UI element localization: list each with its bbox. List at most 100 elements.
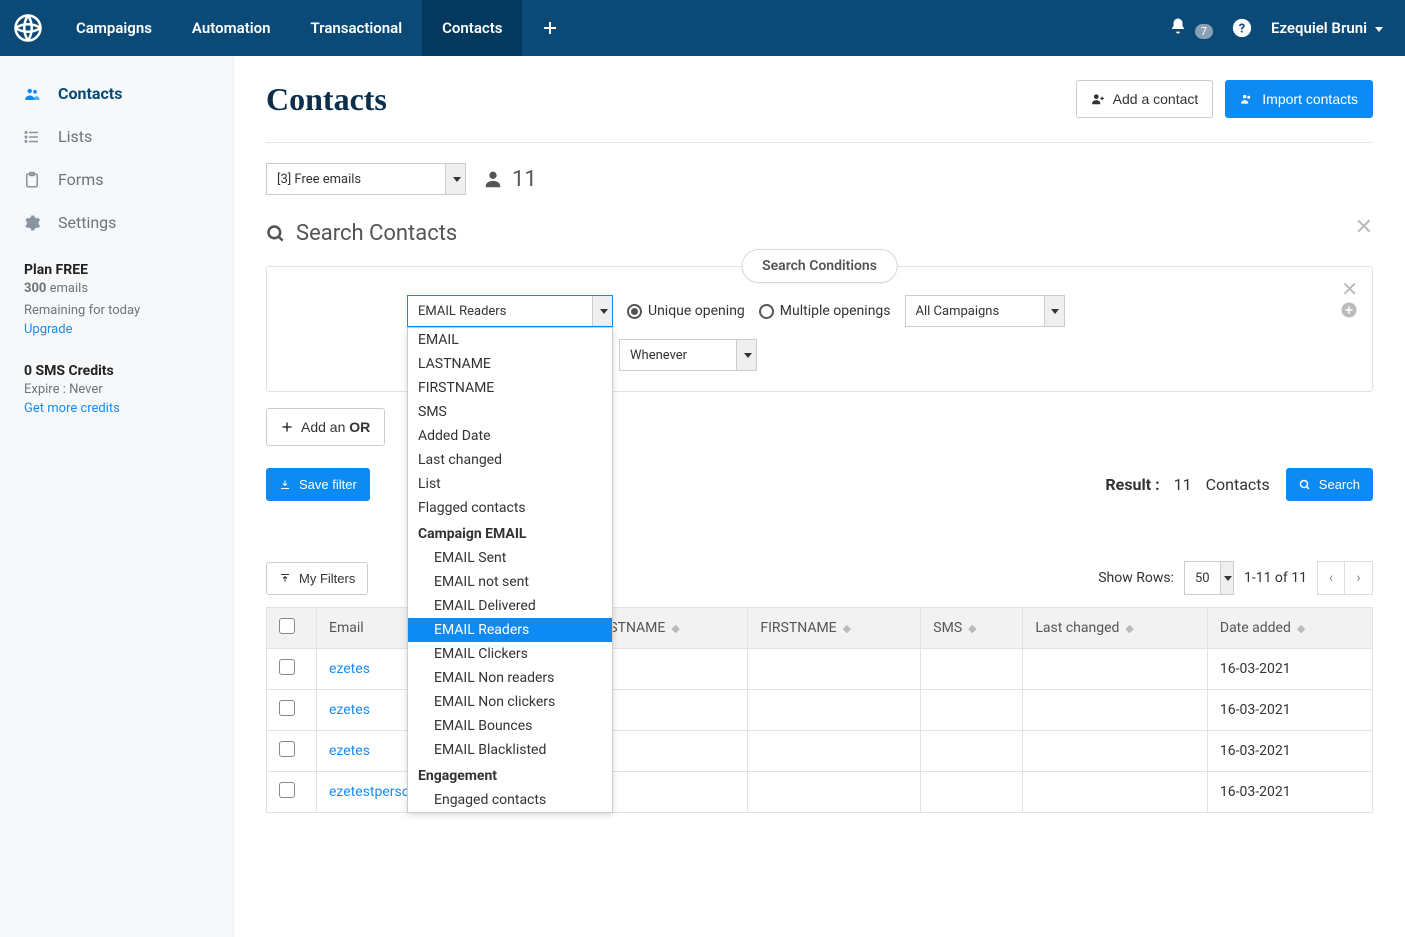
radio-multiple-openings[interactable]: Multiple openings (759, 303, 891, 319)
dropdown-option[interactable]: Flagged contacts (408, 496, 612, 520)
logo[interactable] (0, 0, 56, 56)
sidebar-label-forms: Forms (58, 170, 104, 189)
th-firstname[interactable]: FIRSTNAME◆ (748, 608, 921, 649)
sidebar-item-forms[interactable]: Forms (0, 158, 233, 201)
plus-icon (281, 421, 293, 433)
dropdown-option[interactable]: Added Date (408, 424, 612, 448)
email-link[interactable]: ezetes (329, 702, 370, 718)
conditions-pill: Search Conditions (741, 249, 898, 283)
nav-add-icon[interactable] (522, 0, 578, 56)
campaign-select[interactable]: All Campaigns (905, 295, 1065, 327)
sidebar-label-settings: Settings (58, 213, 116, 232)
dropdown-option[interactable]: LASTNAME (408, 352, 612, 376)
nav-automation[interactable]: Automation (172, 0, 291, 56)
list-select[interactable]: [3] Free emails (266, 163, 466, 195)
dropdown-option[interactable]: EMAIL Blacklisted (408, 738, 612, 762)
radio-unique-opening[interactable]: Unique opening (627, 303, 745, 319)
close-search-icon[interactable]: ✕ (1355, 215, 1373, 240)
add-contact-icon (1091, 92, 1105, 106)
dropdown-option[interactable]: Last changed (408, 448, 612, 472)
result-word: Contacts (1206, 475, 1270, 494)
sidebar-item-settings[interactable]: Settings (0, 201, 233, 244)
upgrade-link[interactable]: Upgrade (24, 322, 209, 337)
add-condition-icon[interactable] (1340, 301, 1358, 323)
gear-icon (22, 214, 42, 232)
dropdown-option[interactable]: EMAIL Delivered (408, 594, 612, 618)
save-filter-button[interactable]: Save filter (266, 468, 370, 501)
date-added-cell: 16-03-2021 (1207, 690, 1372, 731)
dropdown-option[interactable]: EMAIL Bounces (408, 714, 612, 738)
sms-section: 0 SMS Credits Expire : Never Get more cr… (0, 345, 233, 424)
nav-transactional[interactable]: Transactional (290, 0, 422, 56)
dropdown-option[interactable]: EMAIL Non clickers (408, 690, 612, 714)
dropdown-option[interactable]: EMAIL Sent (408, 546, 612, 570)
users-icon (22, 85, 42, 103)
import-contacts-icon (1240, 92, 1254, 106)
contact-count: 11 (482, 167, 537, 192)
page-title: Contacts (266, 81, 387, 118)
help-icon[interactable]: ? (1231, 17, 1253, 39)
sidebar-label-contacts: Contacts (58, 84, 122, 103)
select-all-checkbox[interactable] (279, 618, 295, 634)
add-contact-button[interactable]: Add a contact (1076, 80, 1214, 118)
dropdown-option[interactable]: SMS (408, 400, 612, 424)
get-credits-link[interactable]: Get more credits (24, 401, 209, 416)
sidebar: Contacts Lists Forms Settings Plan FREE … (0, 56, 234, 937)
rows-select[interactable]: 50 (1184, 561, 1234, 595)
row-checkbox[interactable] (279, 700, 295, 716)
list-icon (22, 128, 42, 146)
dropdown-option[interactable]: EMAIL Non readers (408, 666, 612, 690)
dropdown-option[interactable]: FIRSTNAME (408, 376, 612, 400)
chevron-down-icon (592, 296, 612, 326)
date-added-cell: 16-03-2021 (1207, 772, 1372, 813)
nav-campaigns[interactable]: Campaigns (56, 0, 172, 56)
time-select[interactable]: Whenever (619, 339, 757, 371)
result-count: 11 (1174, 475, 1192, 494)
import-contacts-button[interactable]: Import contacts (1225, 80, 1373, 118)
search-button[interactable]: Search (1286, 468, 1373, 501)
nav-contacts[interactable]: Contacts (422, 0, 522, 56)
add-or-condition-button[interactable]: Add an OR (266, 408, 385, 446)
plan-section: Plan FREE 300 emails Remaining for today… (0, 244, 233, 345)
dropdown-option[interactable]: EMAIL not sent (408, 570, 612, 594)
email-link[interactable]: ezetes (329, 661, 370, 677)
email-link[interactable]: ezetes (329, 743, 370, 759)
my-filters-button[interactable]: My Filters (266, 562, 368, 595)
sidebar-label-lists: Lists (58, 127, 92, 146)
dropdown-option: Engagement (408, 762, 612, 788)
person-icon (482, 168, 504, 190)
row-checkbox[interactable] (279, 659, 295, 675)
remove-condition-icon[interactable]: ✕ (1341, 277, 1358, 301)
dropdown-option[interactable]: EMAIL (408, 328, 612, 352)
dropdown-option[interactable]: EMAIL Readers (408, 618, 612, 642)
row-checkbox[interactable] (279, 741, 295, 757)
chevron-down-icon (736, 340, 756, 370)
svg-text:?: ? (1239, 22, 1245, 37)
search-contacts-title: Search Contacts ✕ (266, 221, 1373, 246)
sidebar-item-lists[interactable]: Lists (0, 115, 233, 158)
plan-title: Plan FREE (24, 262, 209, 278)
prev-page-button[interactable]: ‹ (1317, 561, 1345, 595)
chevron-down-icon (1044, 296, 1064, 326)
field-select[interactable]: EMAIL Readers (407, 295, 613, 327)
next-page-button[interactable]: › (1345, 561, 1373, 595)
th-dateadded[interactable]: Date added◆ (1207, 608, 1372, 649)
row-checkbox[interactable] (279, 782, 295, 798)
search-icon (266, 224, 286, 244)
date-added-cell: 16-03-2021 (1207, 649, 1372, 690)
pagination: Show Rows: 50 1-11 of 11 ‹ › (1098, 561, 1373, 595)
th-lastchanged[interactable]: Last changed◆ (1023, 608, 1207, 649)
notification-count: 7 (1195, 24, 1213, 39)
notification-bell-icon[interactable]: 7 (1169, 17, 1213, 39)
search-icon (1299, 479, 1311, 491)
dropdown-option[interactable]: Engaged contacts (408, 788, 612, 812)
main-content: Contacts Add a contact Import contacts [… (234, 56, 1405, 937)
user-menu[interactable]: Ezequiel Bruni (1271, 19, 1383, 37)
dropdown-option[interactable]: List (408, 472, 612, 496)
dropdown-option[interactable]: EMAIL Clickers (408, 642, 612, 666)
caret-down-icon (1373, 19, 1383, 37)
sidebar-item-contacts[interactable]: Contacts (0, 72, 233, 115)
th-sms[interactable]: SMS◆ (921, 608, 1023, 649)
page-range: 1-11 of 11 (1244, 570, 1307, 586)
field-dropdown-panel: EMAILLASTNAMEFIRSTNAMESMSAdded DateLast … (407, 327, 613, 813)
